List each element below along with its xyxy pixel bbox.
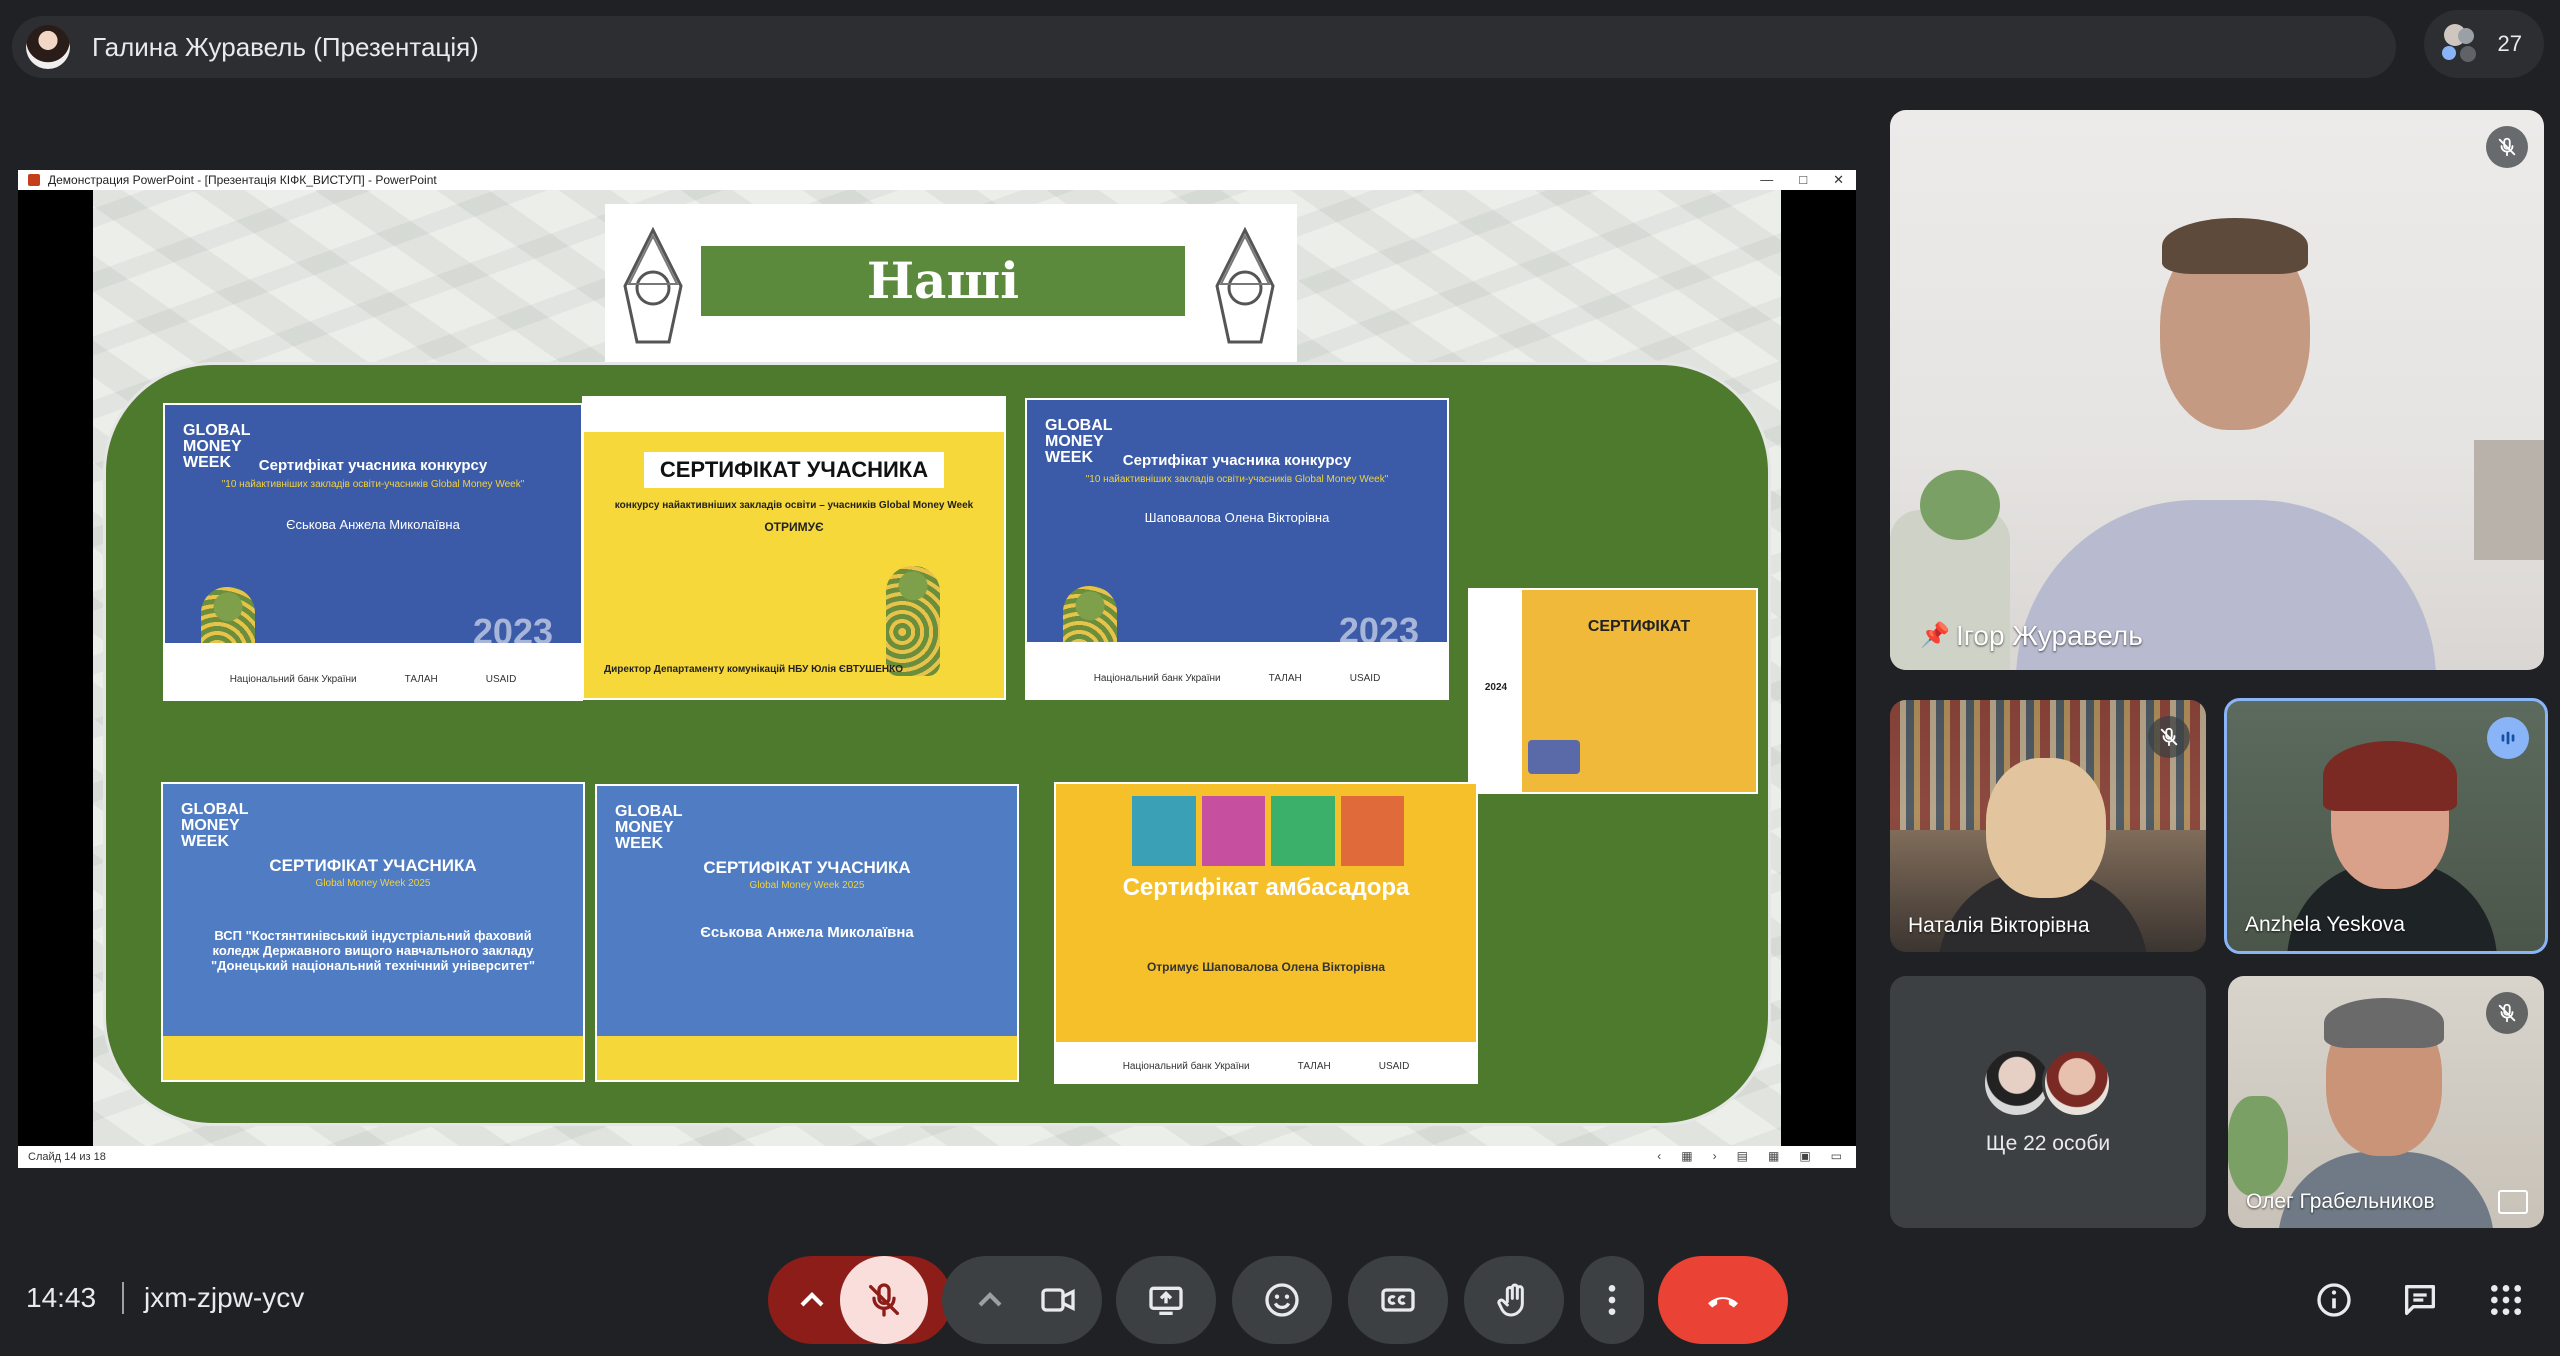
college-emblem-icon	[621, 226, 685, 350]
more-options-button[interactable]	[1580, 1256, 1644, 1344]
sorter-view-icon[interactable]: ▦	[1768, 1149, 1779, 1163]
mic-off-icon	[2148, 716, 2190, 758]
participants-avatars	[2440, 24, 2480, 64]
participant-name: Anzhela Yeskova	[2245, 913, 2405, 936]
hand-icon	[1497, 1283, 1524, 1317]
mic-off-icon	[2486, 992, 2528, 1034]
present-screen-icon	[1149, 1286, 1183, 1315]
ppt-titlebar: Демонстрация PowerPoint - [Презентація К…	[18, 170, 1856, 190]
more-vert-icon	[1608, 1285, 1616, 1315]
slide-menu-icon[interactable]: ▦	[1681, 1149, 1692, 1163]
close-icon[interactable]: ✕	[1833, 172, 1844, 188]
leave-call-button[interactable]	[1658, 1256, 1788, 1344]
activities-button[interactable]	[2486, 1280, 2526, 1320]
slide-header: Наші досягнення	[605, 204, 1297, 380]
next-slide-icon[interactable]: ›	[1713, 1149, 1717, 1163]
video-tile-main[interactable]: Ігор Журавель 📌	[1890, 110, 2544, 670]
apps-grid-icon	[2491, 1285, 2521, 1315]
camera-icon	[1041, 1288, 1075, 1312]
slideshow-view-icon[interactable]: ▭	[1831, 1149, 1842, 1163]
pin-icon: 📌	[1920, 622, 1950, 649]
mic-toggle-button[interactable]	[840, 1256, 928, 1344]
video-tile[interactable]: Наталія Вікторівна	[1890, 700, 2206, 952]
meeting-code: jxm-zjpw-ycv	[144, 1282, 305, 1313]
mic-off-icon	[869, 1283, 899, 1317]
participant-name: Ігор Журавель	[1956, 620, 2143, 651]
normal-view-icon[interactable]: ▤	[1737, 1149, 1748, 1163]
certificate-card: GLOBAL MONEY WEEK СЕРТИФІКАТ УЧАСНИКА Gl…	[161, 782, 585, 1082]
others-count: Ще 22 особи	[1985, 1132, 2111, 1155]
slide: Наші досягнення GLOBAL MONEY WEEK Сертиф…	[93, 190, 1781, 1146]
present-button[interactable]	[1116, 1256, 1216, 1344]
chevron-up-icon	[978, 1292, 1002, 1307]
participant-count: 27	[2497, 31, 2522, 56]
audio-level-icon	[2487, 717, 2529, 759]
chevron-up-icon	[800, 1292, 824, 1307]
meeting-info-button[interactable]	[2314, 1280, 2354, 1320]
slide-title: Наші досягнення	[701, 246, 1185, 380]
others-tile[interactable]: Ще 22 особи	[1890, 976, 2206, 1228]
reactions-button[interactable]	[1232, 1256, 1332, 1344]
college-emblem-icon	[1213, 226, 1277, 350]
ppt-statusbar: Слайд 14 из 18 ‹ ▦ › ▤ ▦ ▣ ▭	[18, 1146, 1856, 1168]
presenter-avatar	[26, 25, 70, 69]
certificate-card: GLOBAL MONEY WEEK СЕРТИФІКАТ УЧАСНИКА Gl…	[595, 784, 1019, 1082]
presenter-title: Галина Журавель (Презентація)	[92, 31, 479, 62]
info-icon	[2317, 1283, 2351, 1317]
video-tile[interactable]: Олег Грабельников	[2228, 976, 2544, 1228]
minimize-icon[interactable]: —	[1760, 172, 1773, 188]
certificate-card: GLOBAL MONEY WEEK Сертифікат учасника ко…	[1025, 398, 1449, 700]
powerpoint-icon	[28, 174, 40, 186]
certificate-card: GLOBAL MONEY WEEK Сертифікат учасника ко…	[163, 403, 583, 701]
prev-slide-icon[interactable]: ‹	[1657, 1149, 1661, 1163]
picture-in-picture-icon[interactable]	[2498, 1190, 2528, 1214]
chat-icon	[2405, 1285, 2435, 1315]
chat-button[interactable]	[2400, 1280, 2440, 1320]
video-tile-speaking[interactable]: Anzhela Yeskova	[2224, 698, 2548, 954]
slide-counter: Слайд 14 из 18	[28, 1151, 106, 1163]
end-call-icon	[1708, 1297, 1738, 1308]
ppt-window-title: Демонстрация PowerPoint - [Презентація К…	[48, 173, 437, 187]
participant-avatar	[2042, 1048, 2112, 1118]
reading-view-icon[interactable]: ▣	[1799, 1149, 1810, 1163]
clock: 14:43	[26, 1282, 97, 1313]
certificate-card: Сертифікат амбасадора Отримує Шаповалова…	[1054, 782, 1478, 1084]
mic-off-icon	[2486, 126, 2528, 168]
participants-button[interactable]: 27	[2424, 10, 2544, 78]
restore-icon[interactable]: □	[1799, 172, 1807, 188]
raise-hand-button[interactable]	[1464, 1256, 1564, 1344]
presenter-bar: Галина Журавель (Презентація)	[12, 16, 2396, 78]
certificate-card: СЕРТИФІКАТ УЧАСНИКА конкурсу найактивніш…	[582, 396, 1006, 700]
participant-name: Олег Грабельников	[2246, 1190, 2435, 1213]
camera-toggle-button[interactable]	[1014, 1256, 1102, 1344]
presentation-window: Демонстрация PowerPoint - [Презентація К…	[18, 170, 1856, 1168]
participant-name: Наталія Вікторівна	[1908, 914, 2090, 937]
captions-button[interactable]	[1348, 1256, 1448, 1344]
divider	[122, 1282, 124, 1314]
captions-icon	[1381, 1288, 1415, 1312]
certificate-card: СЕРТИФІКАТ 2024	[1468, 588, 1758, 794]
emoji-icon	[1265, 1283, 1299, 1317]
